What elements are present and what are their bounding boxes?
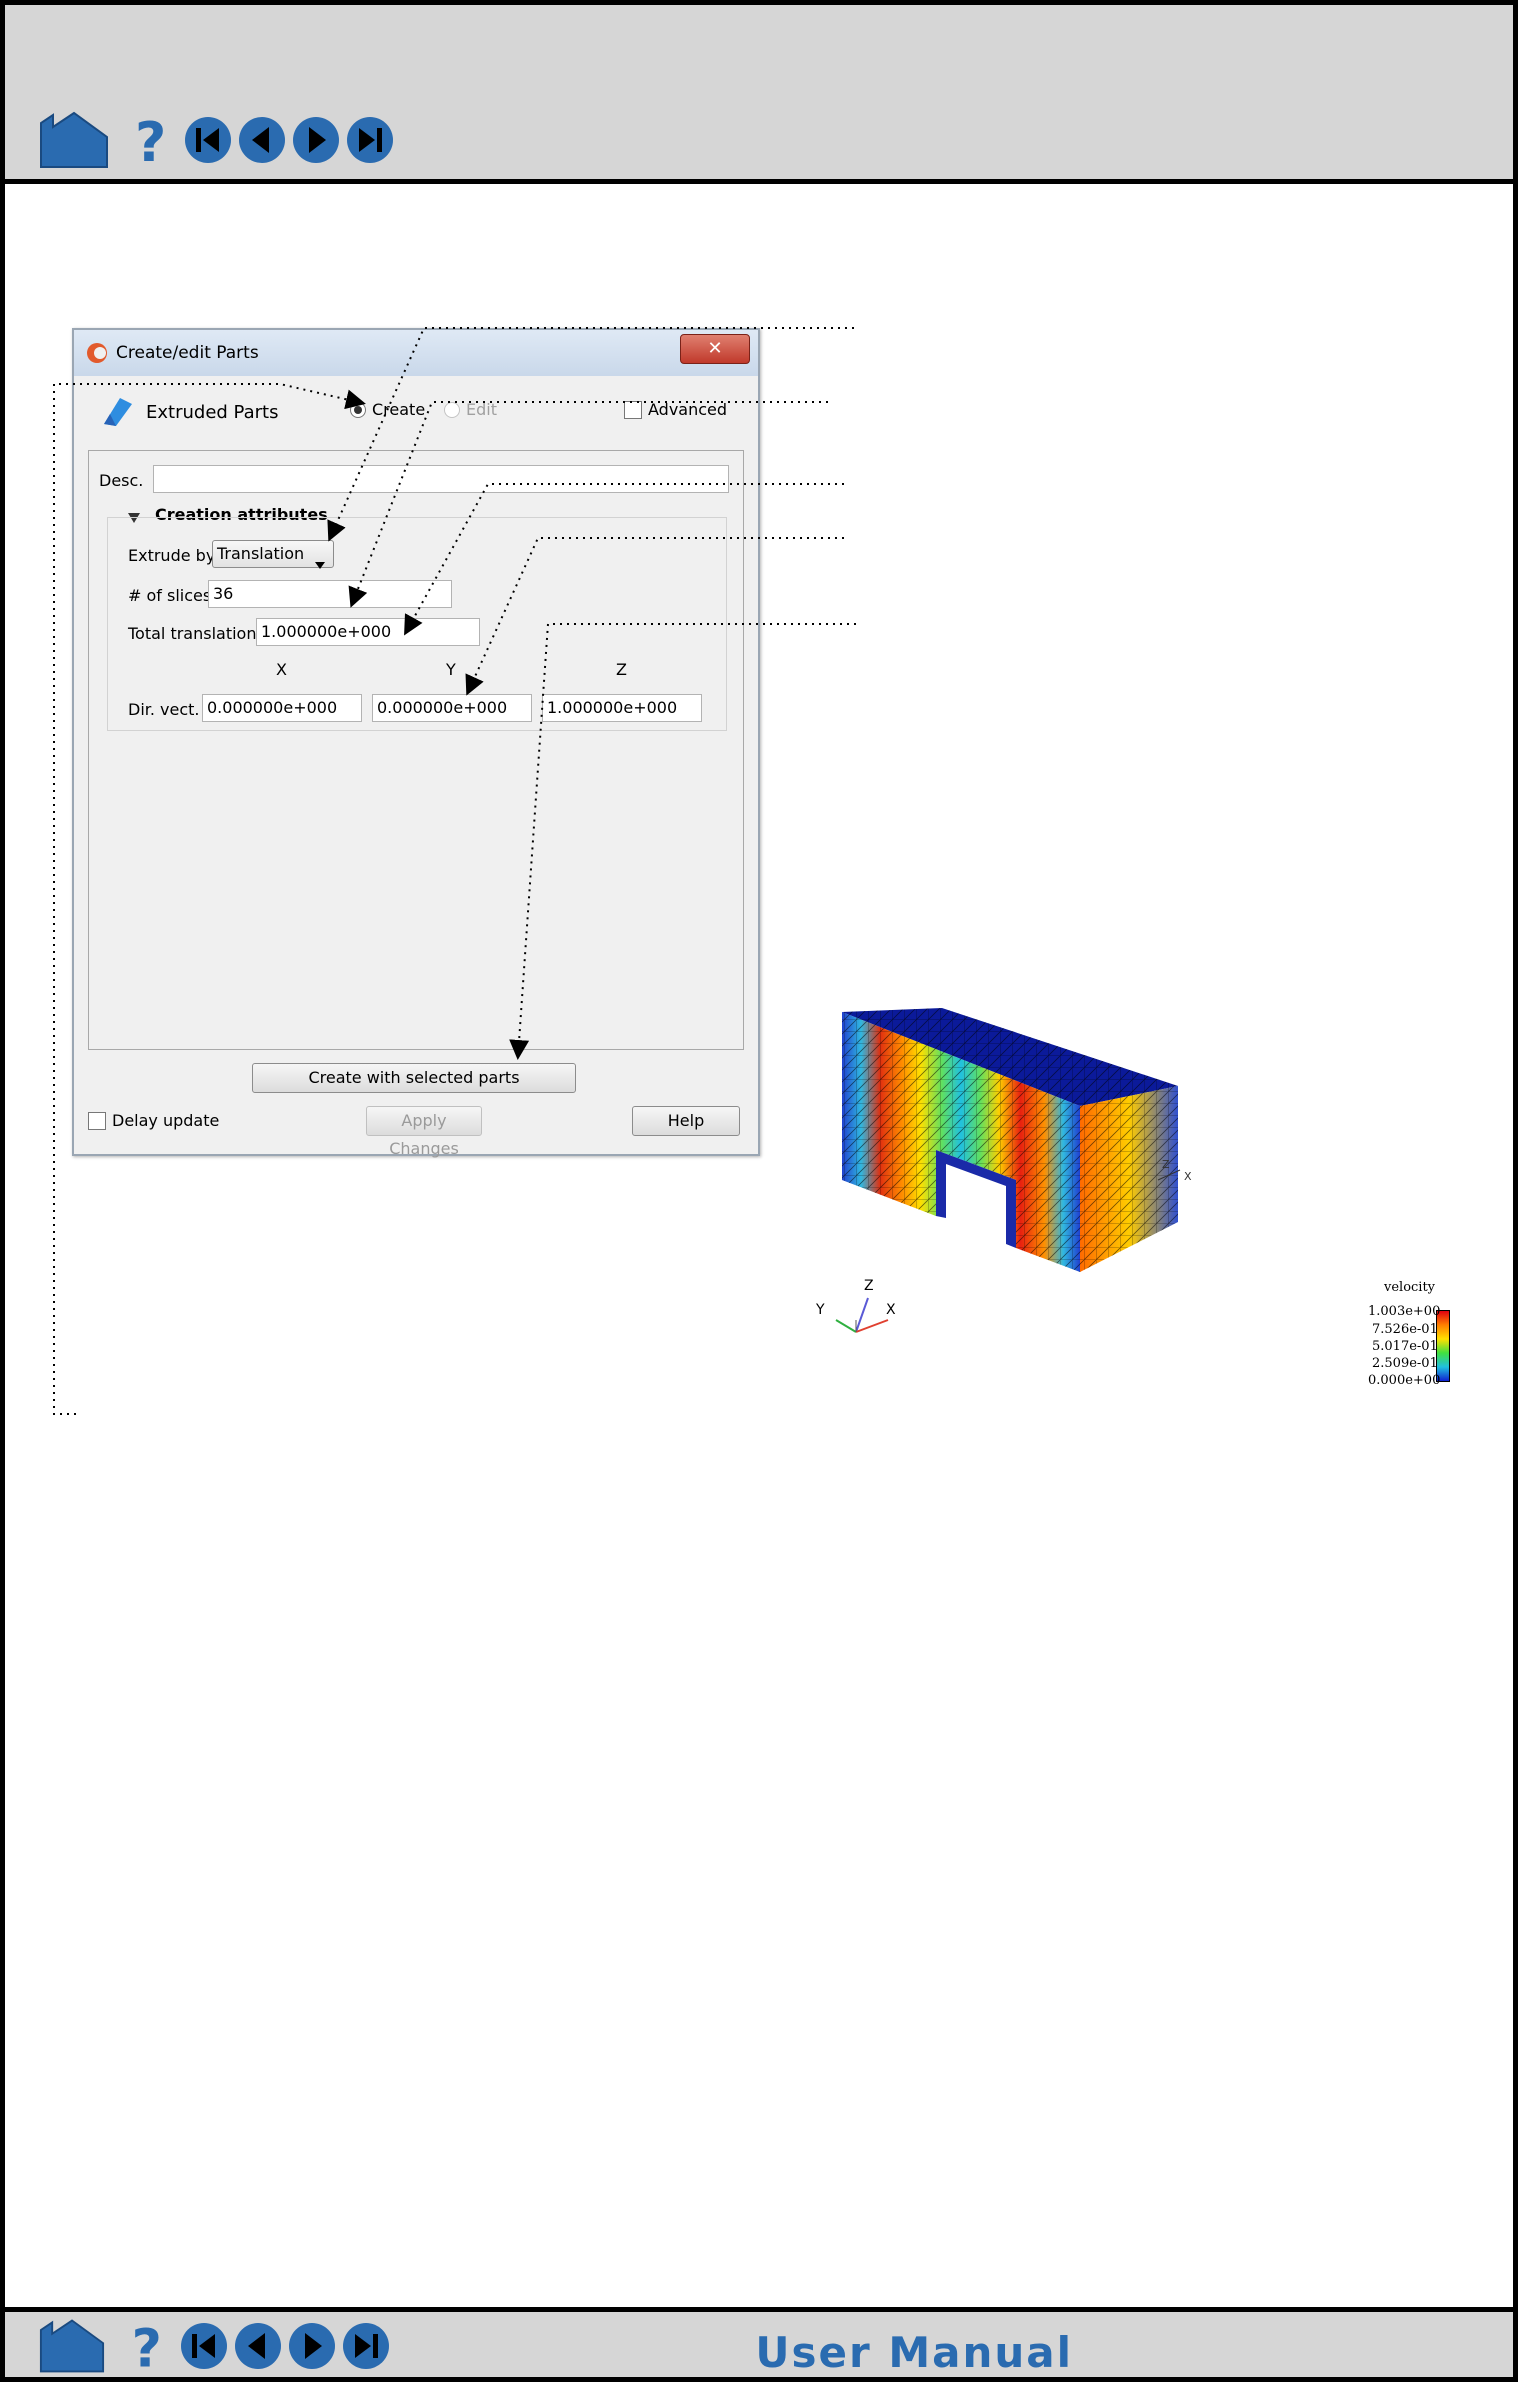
last-page-icon[interactable] bbox=[341, 2321, 391, 2371]
callout-slices bbox=[348, 401, 828, 608]
first-page-icon[interactable] bbox=[179, 2321, 229, 2371]
help-icon[interactable]: ? bbox=[129, 2318, 169, 2374]
bottom-nav-icons: ? bbox=[39, 2318, 391, 2374]
callout-extrude-by bbox=[327, 327, 854, 542]
previous-page-icon[interactable] bbox=[233, 2321, 283, 2371]
next-page-icon[interactable] bbox=[287, 2321, 337, 2371]
callout-arrows bbox=[53, 327, 856, 1415]
user-manual-title: User Manual bbox=[755, 2328, 1073, 2377]
svg-text:?: ? bbox=[132, 2319, 162, 2374]
home-icon[interactable] bbox=[39, 2318, 105, 2374]
callout-create-mode bbox=[53, 383, 366, 1415]
bottom-navigation-bar: ? User Manual bbox=[0, 2307, 1518, 2382]
callout-create-button bbox=[509, 623, 856, 1060]
callout-total-translation bbox=[404, 483, 844, 636]
callout-dir-vect bbox=[465, 537, 844, 696]
